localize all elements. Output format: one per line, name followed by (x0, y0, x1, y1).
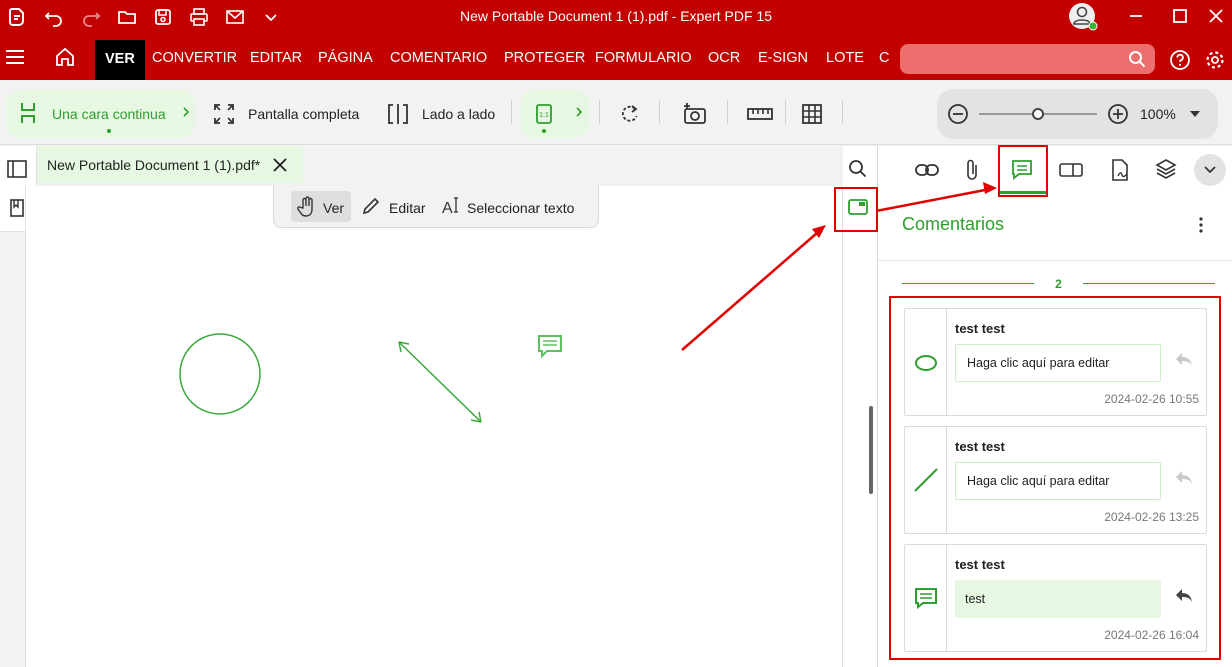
red-arrows (681, 182, 997, 351)
